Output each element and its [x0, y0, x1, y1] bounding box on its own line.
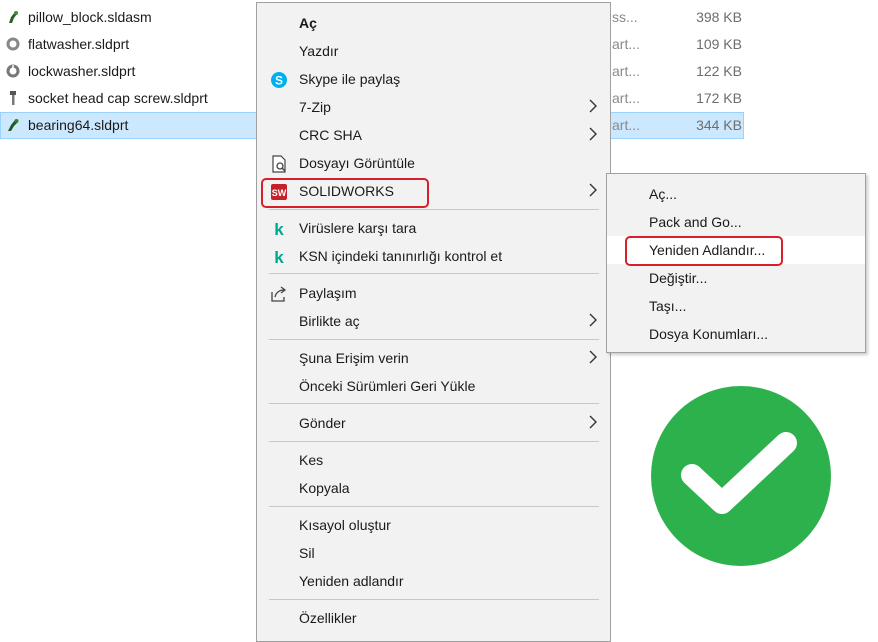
menu-item-label: Kopyala	[299, 480, 350, 496]
menu-item-ksn-check[interactable]: k KSN içindeki tanınırlığı kontrol et	[257, 242, 610, 270]
file-size: 109 KB	[696, 36, 742, 52]
menu-item-share[interactable]: Paylaşım	[257, 279, 610, 307]
menu-item-label: Gönder	[299, 415, 346, 431]
submenu-item-label: Dosya Konumları...	[649, 326, 769, 342]
menu-separator	[269, 506, 599, 507]
menu-separator	[269, 441, 599, 442]
washer-icon	[6, 64, 20, 78]
menu-item-send-to[interactable]: Gönder	[257, 409, 610, 437]
menu-item-crc-sha[interactable]: CRC SHA	[257, 121, 610, 149]
menu-item-create-shortcut[interactable]: Kısayol oluştur	[257, 511, 610, 539]
menu-separator	[269, 599, 599, 600]
screw-icon	[10, 91, 16, 105]
submenu-item-pack-and-go[interactable]: Pack and Go...	[607, 208, 865, 236]
file-type: art...	[612, 36, 641, 52]
file-type: art...	[612, 117, 641, 133]
menu-item-delete[interactable]: Sil	[257, 539, 610, 567]
menu-item-open[interactable]: Aç	[257, 9, 610, 37]
menu-item-properties[interactable]: Özellikler	[257, 604, 610, 632]
file-view-icon	[272, 155, 286, 173]
menu-item-label: Aç	[299, 15, 317, 31]
file-name: lockwasher.sldprt	[28, 63, 136, 79]
menu-item-label: KSN içindeki tanınırlığı kontrol et	[299, 248, 503, 264]
washer-icon	[6, 37, 20, 51]
menu-separator	[269, 403, 599, 404]
chevron-right-icon	[589, 183, 597, 197]
skype-icon: S	[271, 72, 287, 88]
submenu-item-label: Değiştir...	[649, 270, 708, 286]
menu-item-label: Kısayol oluştur	[299, 517, 391, 533]
submenu-item-label: Pack and Go...	[649, 214, 742, 230]
menu-item-label: Sil	[299, 545, 315, 561]
menu-item-label: Skype ile paylaş	[299, 71, 401, 87]
assembly-icon	[9, 11, 18, 23]
menu-item-7zip[interactable]: 7-Zip	[257, 93, 610, 121]
chevron-right-icon	[589, 415, 597, 429]
menu-item-label: 7-Zip	[299, 99, 331, 115]
solidworks-highlight-box	[261, 178, 429, 208]
checkmark-icon	[651, 386, 831, 566]
menu-item-cut[interactable]: Kes	[257, 446, 610, 474]
share-icon	[271, 286, 287, 302]
menu-item-label: Önceki Sürümleri Geri Yükle	[299, 378, 476, 394]
file-size: 172 KB	[696, 90, 742, 106]
menu-item-label: Yeniden adlandır	[299, 573, 404, 589]
menu-item-skype-share[interactable]: S Skype ile paylaş	[257, 65, 610, 93]
menu-separator	[269, 273, 599, 274]
file-name: bearing64.sldprt	[28, 117, 129, 133]
menu-separator	[269, 339, 599, 340]
submenu-item-label: Taşı...	[649, 298, 687, 314]
submenu-item-label: Aç...	[649, 186, 678, 202]
chevron-right-icon	[589, 127, 597, 141]
submenu-item-open[interactable]: Aç...	[607, 180, 865, 208]
submenu-item-replace[interactable]: Değiştir...	[607, 264, 865, 292]
svg-text:S: S	[275, 74, 283, 88]
menu-item-label: Şuna Erişim verin	[299, 350, 409, 366]
kaspersky-icon: k	[274, 248, 284, 267]
chevron-right-icon	[589, 350, 597, 364]
part-icon	[8, 119, 19, 131]
file-name: pillow_block.sldasm	[28, 9, 152, 25]
menu-item-print[interactable]: Yazdır	[257, 37, 610, 65]
kaspersky-icon: k	[274, 220, 284, 239]
rename-highlight-box	[625, 236, 783, 266]
menu-item-label: Virüslere karşı tara	[299, 220, 417, 236]
chevron-right-icon	[589, 313, 597, 327]
menu-item-label: Birlikte aç	[299, 313, 360, 329]
menu-item-open-with[interactable]: Birlikte aç	[257, 307, 610, 335]
file-name: socket head cap screw.sldprt	[28, 90, 208, 106]
menu-item-label: Kes	[299, 452, 324, 468]
menu-item-give-access[interactable]: Şuna Erişim verin	[257, 344, 610, 372]
file-type: art...	[612, 63, 641, 79]
menu-separator	[269, 209, 599, 210]
file-size: 398 KB	[696, 9, 742, 25]
menu-item-label: Dosyayı Görüntüle	[299, 155, 415, 171]
submenu-item-file-locations[interactable]: Dosya Konumları...	[607, 320, 865, 348]
file-type: art...	[612, 90, 641, 106]
menu-item-view-file[interactable]: Dosyayı Görüntüle	[257, 149, 610, 177]
menu-item-restore-versions[interactable]: Önceki Sürümleri Geri Yükle	[257, 372, 610, 400]
menu-item-label: CRC SHA	[299, 127, 363, 143]
menu-item-label: Yazdır	[299, 43, 339, 59]
file-type: ss...	[612, 9, 638, 25]
solidworks-submenu: Aç... Pack and Go... Yeniden Adlandır...…	[606, 173, 866, 353]
context-menu: Aç Yazdır S Skype ile paylaş 7-Zip CRC S…	[256, 2, 611, 642]
chevron-right-icon	[589, 99, 597, 113]
menu-item-label: Özellikler	[299, 610, 357, 626]
submenu-item-move[interactable]: Taşı...	[607, 292, 865, 320]
svg-text:k: k	[274, 248, 284, 267]
file-name: flatwasher.sldprt	[28, 36, 130, 52]
file-size: 122 KB	[696, 63, 742, 79]
file-size: 344 KB	[696, 117, 742, 133]
menu-item-scan-virus[interactable]: k Virüslere karşı tara	[257, 214, 610, 242]
menu-item-rename[interactable]: Yeniden adlandır	[257, 567, 610, 595]
svg-text:k: k	[274, 220, 284, 239]
menu-item-copy[interactable]: Kopyala	[257, 474, 610, 502]
menu-item-label: Paylaşım	[299, 285, 357, 301]
